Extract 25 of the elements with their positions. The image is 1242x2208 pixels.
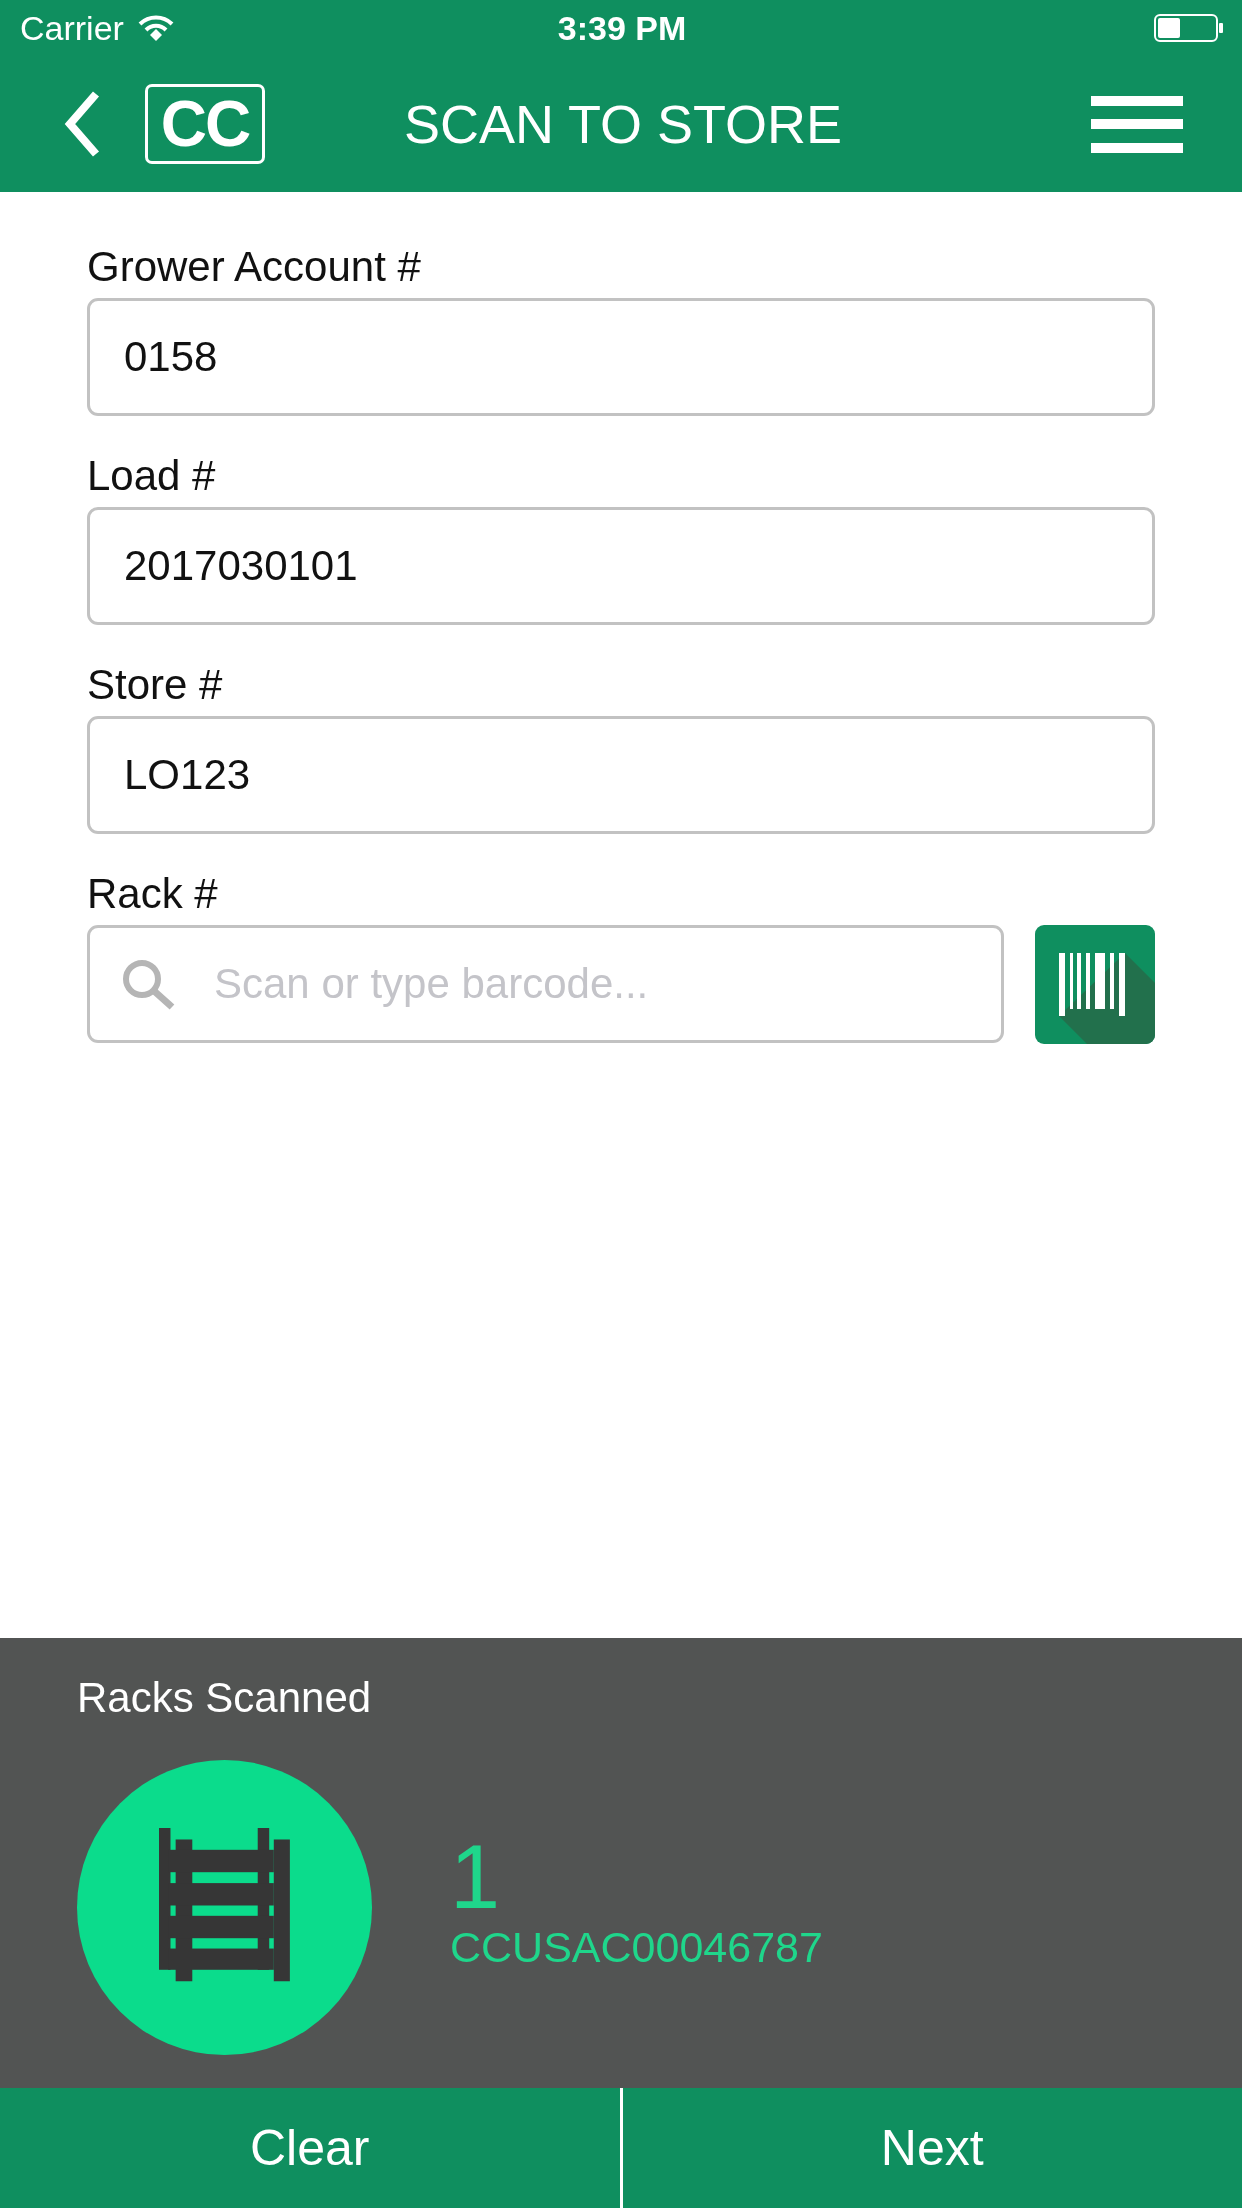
status-time: 3:39 PM: [557, 8, 687, 48]
input-field[interactable]: 2017030101: [87, 507, 1155, 625]
back-icon[interactable]: [63, 90, 101, 158]
search-icon: [120, 958, 176, 1010]
panel-title: Racks Scanned: [77, 1673, 372, 1723]
next-button[interactable]: Next: [622, 2088, 1242, 2208]
battery-icon: [1154, 14, 1224, 42]
clear-button[interactable]: Clear: [0, 2088, 620, 2208]
field-label: Rack #: [87, 869, 218, 919]
barcode-scan-button[interactable]: [1035, 925, 1155, 1044]
field-label: Load #: [87, 451, 216, 501]
wifi-icon: [137, 14, 174, 42]
rack-icon: [77, 1760, 372, 2055]
field-label: Grower Account #: [87, 242, 421, 292]
logo: CC: [145, 84, 265, 164]
input-field[interactable]: 0158: [87, 298, 1155, 416]
search-field[interactable]: Scan or type barcode...: [87, 925, 1004, 1043]
barcode-icon: [1059, 953, 1155, 1044]
menu-icon[interactable]: [1091, 95, 1183, 153]
carrier-name: Carrier: [20, 8, 124, 48]
input-field[interactable]: LO123: [87, 716, 1155, 834]
screen-title: SCAN TO STORE: [403, 93, 843, 156]
rack-code: CCUSAC00046787: [450, 1921, 823, 1972]
racks-count: 1: [450, 1831, 501, 1922]
field-label: Store #: [87, 660, 223, 710]
